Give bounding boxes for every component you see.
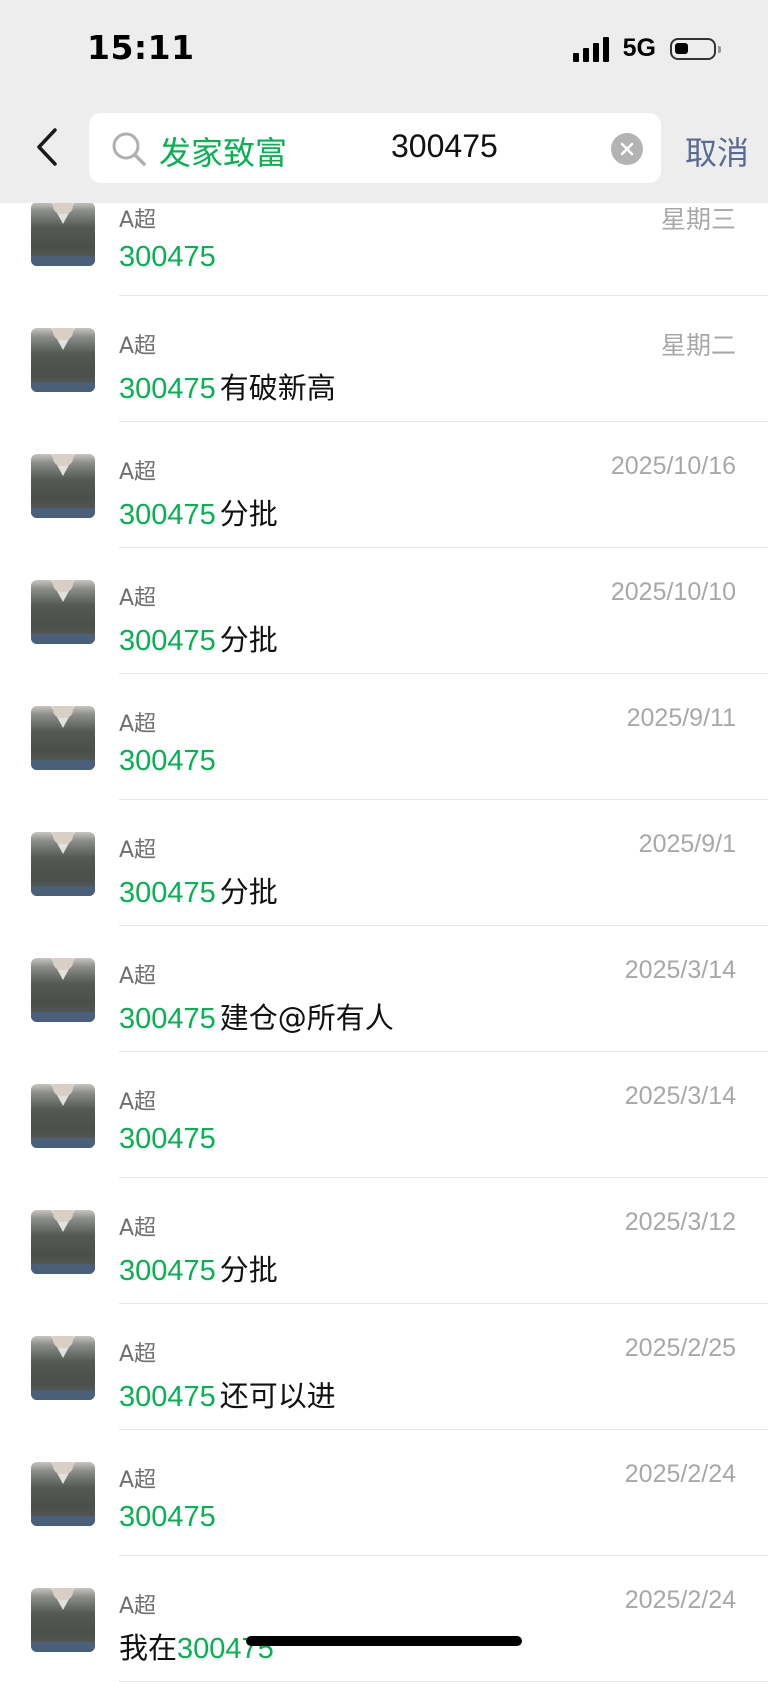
list-item[interactable]: A超 2025/10/10 300475 分批 <box>0 548 768 674</box>
message-text: 建仓@所有人 <box>219 1001 394 1035</box>
avatar[interactable] <box>31 1588 95 1652</box>
list-item[interactable]: A超 2025/3/14 300475 <box>0 1052 768 1178</box>
sender-name: A超 <box>119 1594 157 1619</box>
message-preview: 300475 <box>119 743 216 778</box>
status-time: 15:11 <box>87 28 195 67</box>
close-icon <box>620 142 634 156</box>
cellular-signal-icon <box>572 36 609 62</box>
message-preview: 300475 分批 <box>119 869 278 911</box>
sender-name: A超 <box>119 1468 157 1493</box>
highlighted-match: 300475 <box>119 1255 216 1287</box>
list-item[interactable]: A超 星期二 300475 有破新高 <box>0 296 768 422</box>
highlighted-match: 300475 <box>119 877 216 909</box>
sender-name: A超 <box>119 964 157 989</box>
sender-name: A超 <box>119 460 157 485</box>
chevron-left-icon <box>37 128 57 166</box>
list-item[interactable]: A超 2025/3/14 300475 建仓@所有人 <box>0 926 768 1052</box>
search-input[interactable]: 发家致富 300475 <box>89 113 661 183</box>
message-date: 2025/10/10 <box>610 578 736 606</box>
highlighted-match: 300475 <box>119 241 216 273</box>
network-type: 5G <box>622 34 656 62</box>
message-text: 还可以进 <box>219 1379 336 1413</box>
message-date: 2025/3/12 <box>624 1208 736 1236</box>
top-bar: 15:11 5G 发家致富 300475 取消 <box>0 0 768 203</box>
list-item[interactable]: A超 2025/9/1 300475 分批 <box>0 800 768 926</box>
clear-search-button[interactable] <box>611 133 643 165</box>
sender-name: A超 <box>119 1216 157 1241</box>
message-date: 2025/9/1 <box>638 830 736 858</box>
message-preview: 300475 还可以进 <box>119 1373 336 1415</box>
highlighted-match: 300475 <box>119 745 216 777</box>
message-date: 2025/2/24 <box>624 1586 736 1614</box>
message-date: 2025/3/14 <box>624 1082 736 1110</box>
message-date: 2025/2/25 <box>624 1334 736 1362</box>
home-indicator <box>246 1636 522 1646</box>
message-preview: 300475 分批 <box>119 491 278 533</box>
highlighted-match: 300475 <box>119 1123 216 1155</box>
highlighted-match: 300475 <box>119 499 216 531</box>
cancel-button[interactable]: 取消 <box>685 128 749 174</box>
message-preview: 300475 <box>119 239 216 274</box>
message-date: 2025/2/24 <box>624 1460 736 1488</box>
message-preview: 300475 <box>119 1121 216 1156</box>
avatar[interactable] <box>31 706 95 770</box>
highlighted-match: 300475 <box>119 625 216 657</box>
highlighted-match: 300475 <box>119 1501 216 1533</box>
message-text: 分批 <box>219 623 278 657</box>
message-preview: 300475 分批 <box>119 1247 278 1289</box>
highlighted-match: 300475 <box>119 1381 216 1413</box>
message-date: 2025/3/14 <box>624 956 736 984</box>
avatar[interactable] <box>31 580 95 644</box>
message-prefix: 我在 <box>119 1631 178 1665</box>
avatar[interactable] <box>31 1210 95 1274</box>
sender-name: A超 <box>119 712 157 737</box>
list-item[interactable]: A超 2025/3/12 300475 分批 <box>0 1178 768 1304</box>
search-results-list: A超 星期三 300475 A超 星期二 300475 有破新高 A超 2025/10/16 30… <box>0 170 768 1682</box>
message-preview: 300475 分批 <box>119 617 278 659</box>
message-preview: 我在300475 <box>119 1625 274 1667</box>
message-text: 分批 <box>219 875 278 909</box>
message-text: 分批 <box>219 1253 278 1287</box>
list-item[interactable]: A超 2025/2/25 300475 还可以进 <box>0 1304 768 1430</box>
message-text: 有破新高 <box>219 371 336 405</box>
avatar[interactable] <box>31 1084 95 1148</box>
back-button[interactable] <box>22 112 72 182</box>
message-preview: 300475 <box>119 1499 216 1534</box>
sender-name: A超 <box>119 208 157 233</box>
sender-name: A超 <box>119 586 157 611</box>
avatar[interactable] <box>31 832 95 896</box>
message-date: 2025/9/11 <box>626 704 736 732</box>
battery-icon <box>670 37 721 60</box>
avatar[interactable] <box>31 328 95 392</box>
message-date: 星期二 <box>660 332 736 360</box>
highlighted-match: 300475 <box>119 373 216 405</box>
avatar[interactable] <box>31 958 95 1022</box>
list-item[interactable]: A超 2025/10/16 300475 分批 <box>0 422 768 548</box>
list-item[interactable]: A超 2025/2/24 300475 <box>0 1430 768 1556</box>
sender-name: A超 <box>119 1342 157 1367</box>
sender-name: A超 <box>119 1090 157 1115</box>
avatar[interactable] <box>31 1462 95 1526</box>
list-item[interactable]: A超 2025/2/24 我在300475 <box>0 1556 768 1682</box>
message-date: 2025/10/16 <box>610 452 736 480</box>
sender-name: A超 <box>119 838 157 863</box>
list-item[interactable]: A超 2025/9/11 300475 <box>0 674 768 800</box>
avatar[interactable] <box>31 202 95 266</box>
status-indicators: 5G <box>572 34 721 63</box>
search-icon <box>112 132 146 166</box>
avatar[interactable] <box>31 1336 95 1400</box>
message-preview: 300475 有破新高 <box>119 365 336 407</box>
highlighted-match: 300475 <box>119 1003 216 1035</box>
message-preview: 300475 建仓@所有人 <box>119 995 394 1037</box>
message-text: 分批 <box>219 497 278 531</box>
message-date: 星期三 <box>660 206 736 234</box>
search-query: 300475 <box>391 128 498 164</box>
avatar[interactable] <box>31 454 95 518</box>
sender-name: A超 <box>119 334 157 359</box>
search-keyword: 发家致富 <box>159 134 288 172</box>
